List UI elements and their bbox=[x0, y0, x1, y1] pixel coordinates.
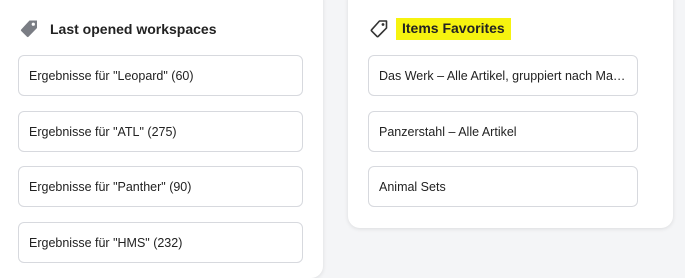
workspace-item-label: Ergebnisse für "Leopard" (60) bbox=[29, 68, 194, 83]
tag-outline-icon bbox=[368, 18, 390, 40]
workspace-item-label: Ergebnisse für "HMS" (232) bbox=[29, 235, 183, 250]
tag-filled-icon bbox=[18, 18, 40, 40]
workspace-item-label: Ergebnisse für "Panther" (90) bbox=[29, 179, 192, 194]
last-opened-header: Last opened workspaces bbox=[18, 18, 217, 40]
workspace-item[interactable]: Ergebnisse für "ATL" (275) bbox=[18, 111, 303, 152]
workspace-item[interactable]: Ergebnisse für "HMS" (232) bbox=[18, 222, 303, 263]
favorite-item[interactable]: Animal Sets bbox=[368, 166, 638, 207]
favorites-header: Items Favorites bbox=[368, 18, 511, 40]
workspace-item-label: Ergebnisse für "ATL" (275) bbox=[29, 124, 177, 139]
last-opened-workspaces-panel: Last opened workspaces Ergebnisse für "L… bbox=[0, 0, 323, 278]
workspace-item[interactable]: Ergebnisse für "Panther" (90) bbox=[18, 166, 303, 207]
favorite-item-label: Animal Sets bbox=[379, 179, 446, 194]
items-favorites-panel: Items Favorites Das Werk – Alle Artikel,… bbox=[348, 0, 673, 228]
last-opened-title: Last opened workspaces bbox=[50, 21, 217, 37]
favorite-item[interactable]: Panzerstahl – Alle Artikel bbox=[368, 111, 638, 152]
workspace-item[interactable]: Ergebnisse für "Leopard" (60) bbox=[18, 55, 303, 96]
favorite-item-label: Das Werk – Alle Artikel, gruppiert nach … bbox=[379, 68, 627, 83]
favorites-title: Items Favorites bbox=[396, 18, 511, 40]
favorite-item[interactable]: Das Werk – Alle Artikel, gruppiert nach … bbox=[368, 55, 638, 96]
favorite-item-label: Panzerstahl – Alle Artikel bbox=[379, 124, 517, 139]
